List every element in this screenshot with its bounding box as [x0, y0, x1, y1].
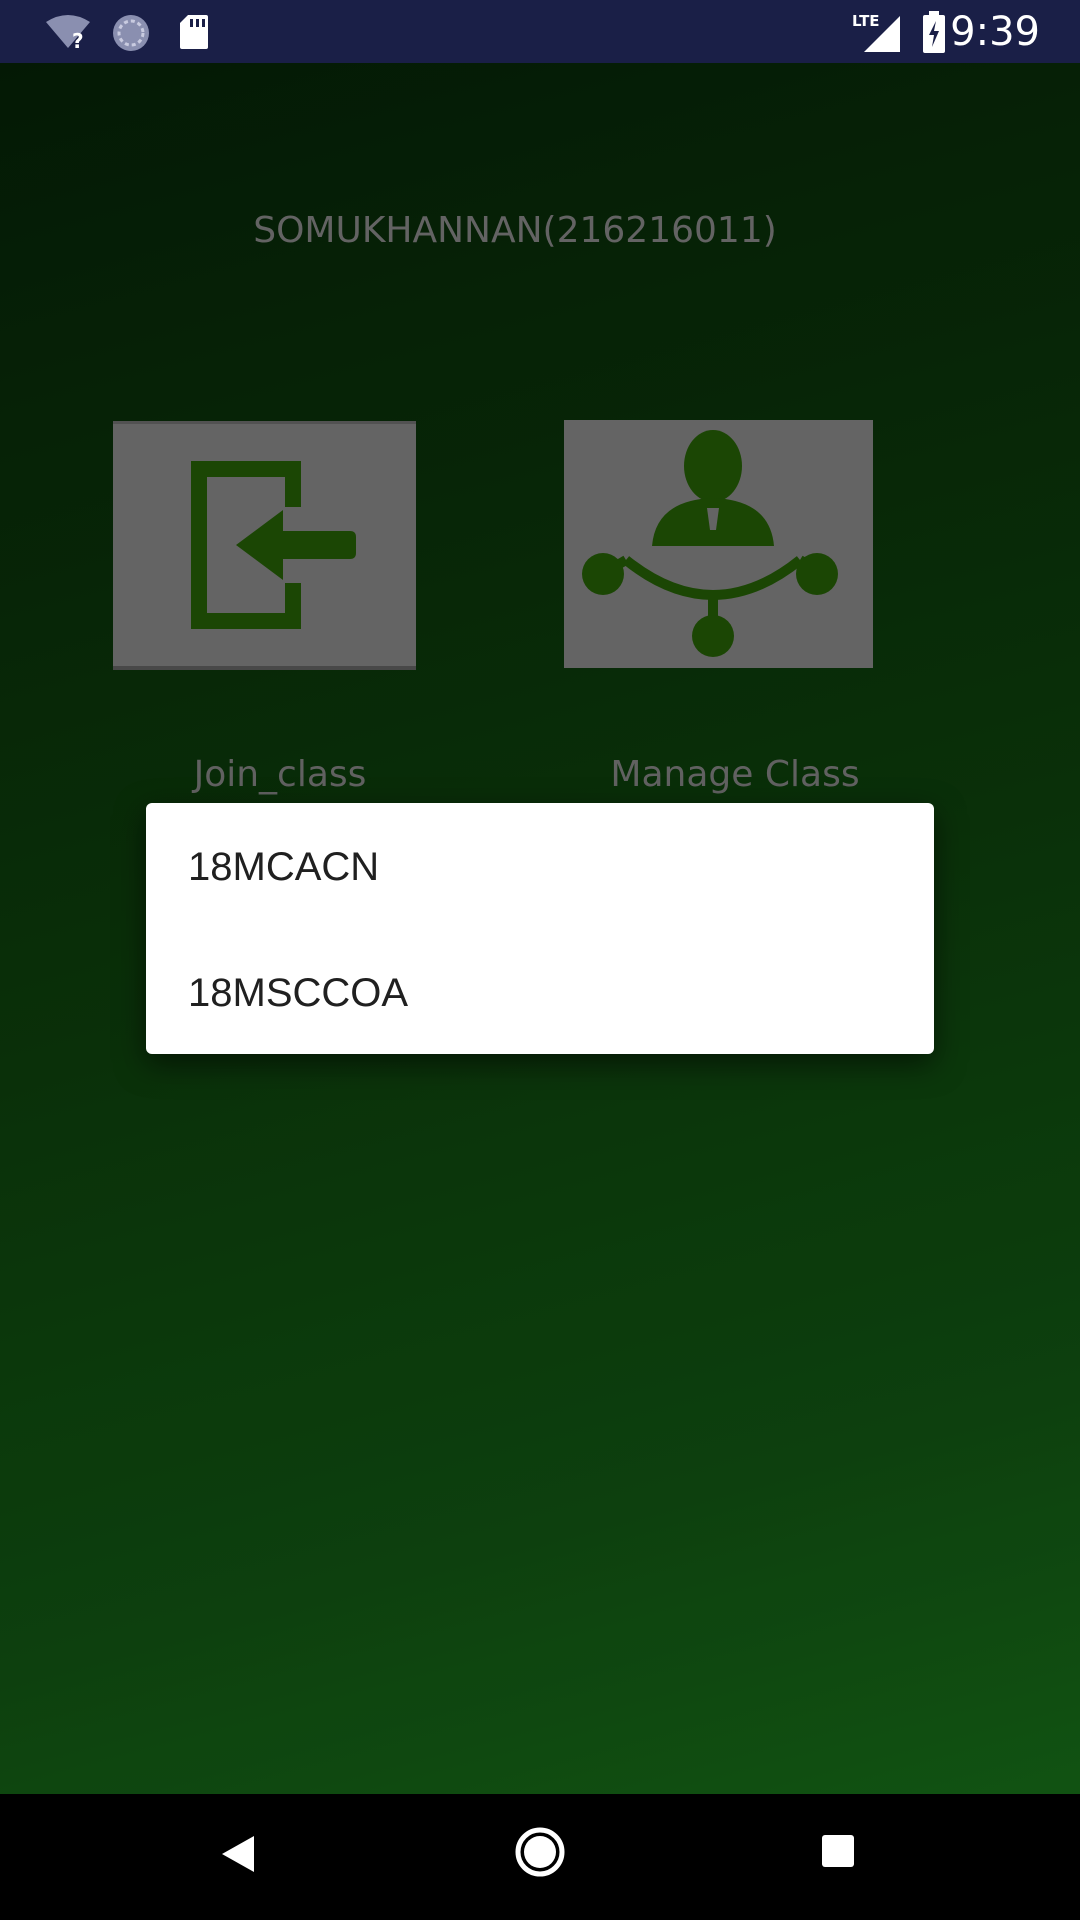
app-content: SOMUKHANNAN(216216011) Join_class Manage…: [0, 63, 1080, 1794]
recents-icon[interactable]: [820, 1833, 856, 1873]
battery-charging-icon: [922, 11, 946, 57]
signal-icon: LTE: [852, 10, 902, 58]
svg-text:?: ?: [72, 29, 84, 50]
class-select-dialog: 18MCACN 18MSCCOA: [146, 803, 934, 1054]
back-icon[interactable]: [218, 1832, 258, 1880]
screen: ? LTE 9:39 SOMUKHANNAN(216216011) Join_c…: [0, 0, 1080, 1920]
sd-card-icon: [178, 13, 210, 55]
status-bar: ? LTE 9:39: [0, 0, 1080, 63]
wifi-unknown-icon: ?: [44, 14, 92, 54]
network-type-label: LTE: [852, 12, 880, 30]
navigation-bar: [0, 1794, 1080, 1920]
dialog-option-18msccoa[interactable]: 18MSCCOA: [188, 969, 408, 1017]
home-icon[interactable]: [514, 1826, 566, 1882]
status-clock: 9:39: [950, 9, 1040, 55]
dialog-option-18mcacn[interactable]: 18MCACN: [188, 843, 379, 891]
sync-icon: [111, 13, 151, 57]
